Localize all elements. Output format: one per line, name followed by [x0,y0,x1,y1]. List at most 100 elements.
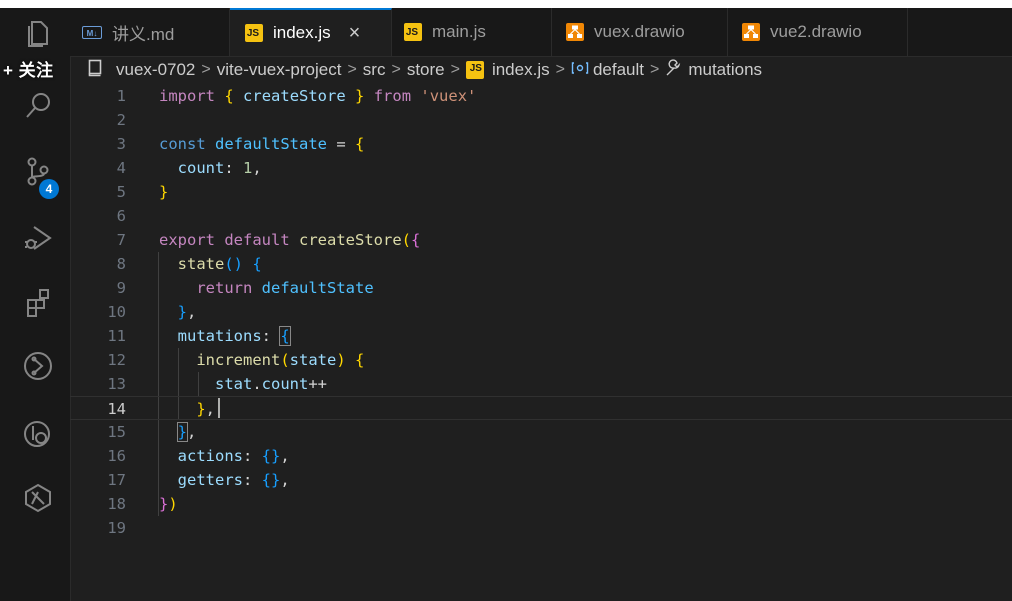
code-token: . [252,375,262,393]
code-token: } [355,87,365,105]
breadcrumb-item-store[interactable]: store [407,60,445,80]
code-token: : [243,447,262,465]
docker-icon[interactable] [20,480,56,516]
code-token: return [196,279,253,297]
code-line[interactable]: 8 state() { [70,252,1012,276]
tab-lecture-notes[interactable]: M↓ 讲义.md [70,8,230,56]
code-token: { [355,351,365,369]
code-token: = [327,135,355,153]
breadcrumb-item-project[interactable]: vite-vuex-project [217,60,342,80]
search-icon[interactable] [20,88,56,124]
line-number: 16 [107,447,126,465]
code-line[interactable]: 4 count: 1, [70,156,1012,180]
tab-index-js[interactable]: JS index.js × [230,8,392,56]
line-number: 9 [116,279,126,297]
code-line[interactable]: 10 }, [70,300,1012,324]
code-text: getters: {}, [159,468,290,492]
follow-label[interactable]: + 关注 [3,56,54,81]
remote-icon[interactable] [20,348,56,384]
run-debug-icon[interactable] [20,220,56,256]
breadcrumb-item-root[interactable]: vuex-0702 [116,60,195,80]
code-text: const defaultState = { [159,132,364,156]
code-token: defaultState [261,279,374,297]
code-line[interactable]: 19 [70,516,1012,540]
explorer-icon[interactable] [20,16,56,52]
code-token: } [159,183,169,201]
js-icon: JS [245,24,263,42]
line-number: 5 [116,183,126,201]
code-line[interactable]: 13 stat.count++ [70,372,1012,396]
code-text: } [159,180,168,204]
tab-bar: M↓ 讲义.md JS index.js × JS main.js vuex.d… [70,8,1012,57]
code-token: { [224,87,234,105]
wrench-icon [665,58,683,82]
line-number: 15 [107,423,126,441]
code-text: mutations: { [159,324,291,348]
code-line[interactable]: 12 increment(state) { [70,348,1012,372]
line-number: 13 [107,375,126,393]
line-number: 8 [116,255,126,273]
code-text: return defaultState [159,276,374,300]
tab-vuex-drawio[interactable]: vuex.drawio [552,8,728,56]
breadcrumb-item-file[interactable]: index.js [492,60,550,80]
code-token: {} [261,471,281,489]
code-text: count: 1, [159,156,262,180]
code-token: mutations [177,327,262,345]
js-icon: JS [404,23,422,41]
code-token: state [289,351,337,369]
breadcrumb-item-src[interactable]: src [363,60,386,80]
code-token: createStore [299,231,402,249]
code-token: ( [401,231,412,249]
code-token: count [261,375,309,393]
code-line[interactable]: 17 getters: {}, [70,468,1012,492]
code-line[interactable]: 3 const defaultState = { [70,132,1012,156]
code-line[interactable]: 9 return defaultState [70,276,1012,300]
code-text: export default createStore({ [159,228,420,252]
source-control-badge: 4 [39,179,59,199]
tab-main-js[interactable]: JS main.js [392,8,552,56]
code-line[interactable]: 16 actions: {}, [70,444,1012,468]
code-text: actions: {}, [159,444,290,468]
extensions-icon[interactable] [20,284,56,320]
code-text: stat.count++ [159,372,327,396]
code-token: stat [215,375,253,393]
code-line[interactable]: 1 import { createStore } from 'vuex' [70,84,1012,108]
code-text: import { createStore } from 'vuex' [159,84,476,108]
close-icon[interactable]: × [349,22,361,45]
code-token: { [411,231,421,249]
code-line[interactable]: 5} [70,180,1012,204]
breadcrumb-item-mutations[interactable]: mutations [688,60,762,80]
code-line[interactable]: 6 [70,204,1012,228]
tab-label: 讲义.md [112,24,175,44]
code-editor[interactable]: 1 import { createStore } from 'vuex' 2 3 con… [70,84,1012,601]
code-token: } [177,303,188,321]
drawio-icon [742,23,760,41]
breadcrumb-separator: > [391,61,401,78]
activity-bar: + 关注 4 [0,8,71,601]
code-line[interactable]: 2 [70,108,1012,132]
tab-vue2-drawio[interactable]: vue2.drawio [728,8,908,56]
timeline-icon[interactable] [20,416,56,452]
line-number: 4 [116,159,126,177]
code-token: from [373,87,412,105]
top-strip [0,0,1012,8]
code-line[interactable]: 15 }, [70,420,1012,444]
code-line[interactable]: 14 }, [70,396,1012,420]
code-line[interactable]: 7 export default createStore({ [70,228,1012,252]
breadcrumb-item-default[interactable]: default [593,60,644,80]
code-line[interactable]: 18}) [70,492,1012,516]
code-line[interactable]: 11 mutations: { [70,324,1012,348]
markdown-icon: M↓ [82,25,102,39]
code-token: () [224,255,244,273]
